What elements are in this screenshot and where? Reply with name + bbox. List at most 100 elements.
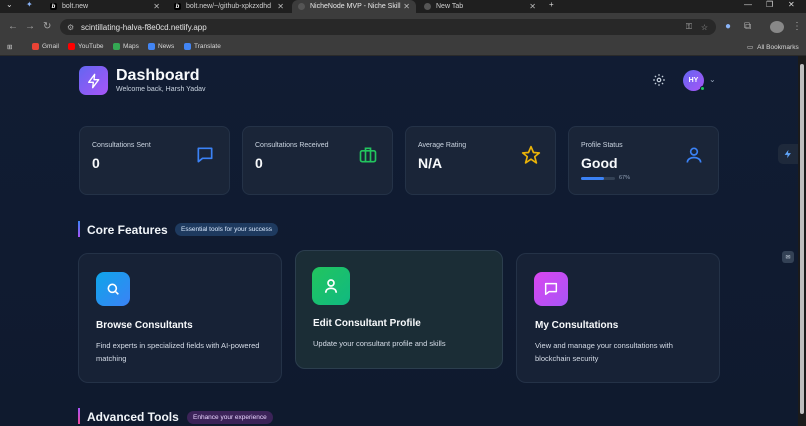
- puzzle-icon[interactable]: ⧉: [744, 21, 751, 32]
- avatar-initials: HY: [688, 77, 699, 84]
- bookmark-news[interactable]: News: [148, 43, 174, 50]
- close-icon[interactable]: ✕: [277, 2, 284, 11]
- tab-search-icon[interactable]: ⌄: [6, 0, 13, 9]
- chat-widget-icon[interactable]: ✉: [782, 251, 794, 263]
- search-icon: [107, 283, 119, 295]
- globe-icon: [424, 3, 431, 10]
- site-info-icon[interactable]: ⚙: [67, 23, 74, 32]
- stat-label: Profile Status: [581, 142, 623, 149]
- tab-bolt[interactable]: b bolt.new ✕: [44, 0, 166, 13]
- bookmark-label: Gmail: [42, 43, 59, 50]
- scrollbar-thumb[interactable]: [800, 64, 804, 414]
- tab-label: NicheNode MVP - Niche Skill: [310, 3, 401, 10]
- bookmark-translate[interactable]: Translate: [184, 43, 221, 50]
- section-accent-bar: [78, 408, 80, 424]
- bookmark-maps[interactable]: Maps: [113, 43, 139, 50]
- card-my-consultations[interactable]: My Consultations View and manage your co…: [516, 253, 720, 383]
- card-edit-consultant-profile[interactable]: Edit Consultant Profile Update your cons…: [295, 250, 503, 369]
- minimize-button[interactable]: —: [744, 0, 752, 9]
- profile-avatar[interactable]: [770, 21, 784, 33]
- forward-icon[interactable]: →: [25, 21, 35, 32]
- stat-card-profile-status: Profile Status Good 67%: [568, 126, 719, 195]
- bolt-favicon-icon: b: [50, 3, 57, 10]
- star-icon: [521, 145, 541, 164]
- chat-glyph: ✉: [785, 254, 791, 261]
- browser-tab-strip: ⌄ ✦ b bolt.new ✕ b bolt.new/~/github-xpk…: [0, 0, 806, 13]
- bookmark-youtube[interactable]: YouTube: [68, 43, 104, 50]
- password-key-icon[interactable]: ⚿: [686, 22, 692, 32]
- lightning-icon: [87, 73, 99, 88]
- scrollbar[interactable]: [798, 56, 806, 426]
- close-window-button[interactable]: ✕: [788, 0, 795, 9]
- folder-icon: ▭: [747, 44, 754, 51]
- bookmark-gmail[interactable]: Gmail: [32, 43, 59, 50]
- globe-icon: [298, 3, 305, 10]
- briefcase-icon: [359, 147, 377, 163]
- card-browse-consultants[interactable]: Browse Consultants Find experts in speci…: [78, 253, 282, 383]
- bolt-extension-icon[interactable]: [778, 144, 798, 164]
- card-title: Edit Consultant Profile: [313, 318, 421, 329]
- gemini-icon[interactable]: ✦: [26, 0, 33, 9]
- core-badge: Essential tools for your success: [175, 223, 279, 236]
- section-title-core: Core Features: [87, 223, 168, 237]
- progress-label: 67%: [619, 175, 631, 181]
- maps-icon: [113, 43, 120, 50]
- advanced-badge: Enhance your experience: [187, 411, 273, 424]
- tab-nichenode[interactable]: NicheNode MVP - Niche Skill ✕: [292, 0, 416, 13]
- card-title: My Consultations: [535, 320, 619, 331]
- gmail-icon: [32, 43, 39, 50]
- all-bookmarks-label: All Bookmarks: [757, 43, 799, 51]
- close-icon[interactable]: ✕: [403, 2, 410, 11]
- message-icon: [544, 282, 558, 296]
- youtube-icon: [68, 43, 75, 50]
- section-title-advanced: Advanced Tools: [87, 410, 179, 424]
- gear-icon[interactable]: [652, 73, 666, 87]
- new-tab-button[interactable]: +: [549, 0, 554, 9]
- message-icon: [197, 147, 213, 163]
- stat-card-consultations-sent: Consultations Sent 0: [79, 126, 230, 195]
- chevron-down-icon[interactable]: ⌄: [709, 75, 716, 84]
- card-icon-tile: [96, 272, 130, 306]
- bookmark-label: Translate: [194, 43, 221, 50]
- bookmark-label: YouTube: [78, 43, 104, 50]
- apps-icon[interactable]: ⊞: [7, 43, 12, 51]
- card-icon-tile: [312, 267, 350, 305]
- translate-icon: [184, 43, 191, 50]
- user-icon: [686, 147, 702, 163]
- online-status-dot: [700, 86, 705, 91]
- reload-icon[interactable]: ↻: [43, 21, 51, 32]
- stat-value: Good: [581, 155, 618, 171]
- url-field[interactable]: ⚙ scintillating-halva-f8e0cd.netlify.app…: [60, 19, 716, 35]
- news-icon: [148, 43, 155, 50]
- bolt-favicon-icon: b: [174, 3, 181, 10]
- menu-icon[interactable]: ⋮: [792, 21, 802, 32]
- profile-progress-bar: [581, 177, 615, 180]
- stat-card-average-rating: Average Rating N/A: [405, 126, 556, 195]
- bookmark-label: News: [158, 43, 175, 50]
- welcome-text: Welcome back, Harsh Yadav: [116, 86, 206, 93]
- stat-card-consultations-received: Consultations Received 0: [242, 126, 393, 195]
- restore-button[interactable]: ❐: [766, 0, 773, 9]
- app-logo: [79, 66, 108, 95]
- card-description: Find experts in specialized fields with …: [96, 341, 260, 363]
- stat-label: Consultations Sent: [92, 142, 151, 149]
- stat-label: Average Rating: [418, 142, 467, 149]
- all-bookmarks[interactable]: ▭ All Bookmarks: [747, 43, 799, 52]
- close-icon[interactable]: ✕: [153, 2, 160, 11]
- close-icon[interactable]: ✕: [529, 2, 536, 11]
- card-description: View and manage your consultations with …: [535, 341, 673, 363]
- lightning-icon: [784, 149, 791, 159]
- card-icon-tile: [534, 272, 568, 306]
- bookmark-star-icon[interactable]: ☆: [701, 23, 708, 32]
- back-icon[interactable]: ←: [8, 21, 18, 32]
- url-text: scintillating-halva-f8e0cd.netlify.app: [81, 22, 207, 32]
- page-title: Dashboard: [116, 67, 200, 84]
- user-avatar[interactable]: HY: [683, 70, 705, 91]
- card-description: Update your consultant profile and skill…: [313, 339, 446, 348]
- stat-value: 0: [92, 155, 100, 171]
- tab-bolt-github[interactable]: b bolt.new/~/github-xpkzxdhd ✕: [168, 0, 290, 13]
- progress-fill: [581, 177, 604, 180]
- extension-icon[interactable]: ●: [725, 21, 731, 32]
- tab-new-tab[interactable]: New Tab ✕: [418, 0, 542, 13]
- stat-label: Consultations Received: [255, 142, 329, 149]
